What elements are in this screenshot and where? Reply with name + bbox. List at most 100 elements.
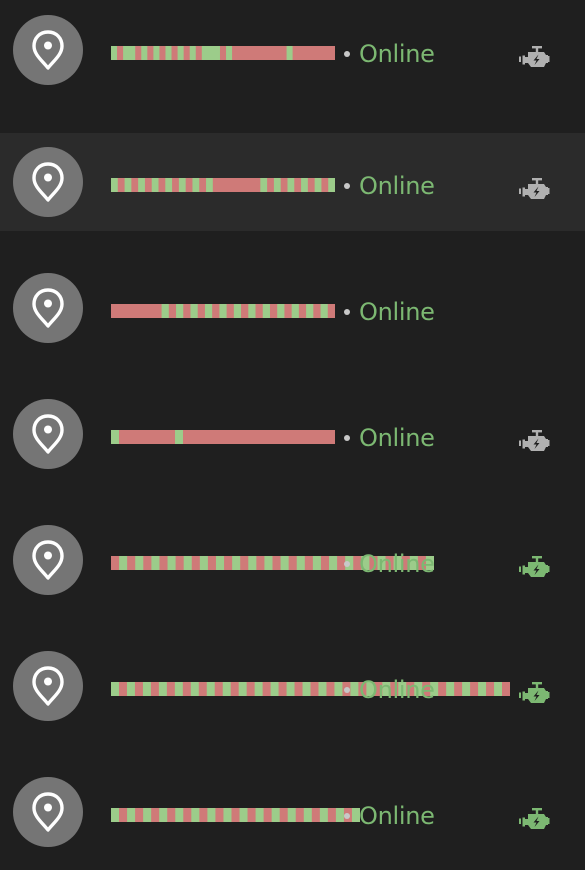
timeline-segment-off xyxy=(166,682,176,696)
vehicle-row[interactable]: Online xyxy=(0,1,585,99)
timeline-segment-off xyxy=(143,556,152,570)
timeline-segment-off xyxy=(212,178,261,192)
timeline-segment-off xyxy=(144,178,153,192)
timeline-segment-on xyxy=(111,430,120,444)
status-dot xyxy=(344,813,350,819)
timeline-svg xyxy=(111,430,335,444)
vehicle-row[interactable]: Online xyxy=(0,133,585,231)
timeline-segment-off xyxy=(182,682,192,696)
status-label: Online xyxy=(359,676,435,704)
timeline-segment-on xyxy=(119,556,128,570)
timeline-segment-on xyxy=(167,556,177,570)
timeline-segment-off xyxy=(117,178,125,192)
timeline-segment-off xyxy=(284,304,293,318)
timeline-segment-on xyxy=(262,304,271,318)
timeline-segment-on xyxy=(183,556,193,570)
timeline-segment-on xyxy=(301,178,309,192)
timeline-segment-off xyxy=(127,556,136,570)
timeline-segment-on xyxy=(303,808,313,822)
timeline-segment-off xyxy=(172,178,180,192)
timeline-segment-on xyxy=(287,808,297,822)
timeline-segment-off xyxy=(278,682,287,696)
timeline-segment-on xyxy=(175,430,184,444)
timeline-segment-off xyxy=(159,46,166,60)
timeline-segment-off xyxy=(288,556,298,570)
timeline-segment-off xyxy=(294,682,303,696)
timeline-segment-off xyxy=(183,304,191,318)
vehicle-row[interactable]: Online xyxy=(0,637,585,735)
timeline-segment-off xyxy=(226,304,235,318)
timeline-segment-off xyxy=(267,178,275,192)
timeline-segment-off xyxy=(327,304,335,318)
timeline-segment-on xyxy=(177,46,185,60)
timeline-segment-on xyxy=(138,178,146,192)
timeline-segment-off xyxy=(215,808,224,822)
timeline-segment-off xyxy=(256,556,265,570)
timeline-segment-on xyxy=(141,46,148,60)
timeline-segment-off xyxy=(219,46,227,60)
timeline-segment-on xyxy=(159,808,168,822)
timeline-segment-off xyxy=(135,46,142,60)
timeline-svg xyxy=(111,808,360,822)
timeline-segment-on xyxy=(142,682,152,696)
timeline-segment-off xyxy=(321,178,329,192)
timeline-segment-on xyxy=(207,808,216,822)
timeline-segment-on xyxy=(111,682,120,696)
timeline-segment-off xyxy=(486,682,495,696)
status-dot xyxy=(344,687,350,693)
engine-icon xyxy=(519,177,550,203)
timeline-segment-off xyxy=(310,682,319,696)
status-label: Online xyxy=(359,40,435,68)
status-dot xyxy=(344,435,350,441)
status-label: Online xyxy=(359,424,435,452)
timeline-segment-off xyxy=(298,304,307,318)
timeline-segment-on xyxy=(201,46,221,60)
timeline-segment-off xyxy=(224,556,233,570)
timeline-segment-on xyxy=(248,304,256,318)
timeline-segment-off xyxy=(327,808,337,822)
engine-icon xyxy=(519,807,550,833)
timeline-segment-on xyxy=(277,304,285,318)
timeline-segment-on xyxy=(306,304,314,318)
status-dot xyxy=(344,183,350,189)
timeline-segment-on xyxy=(189,46,197,60)
activity-timeline xyxy=(111,808,360,822)
timeline-segment-on xyxy=(239,808,248,822)
vehicle-row[interactable]: Online xyxy=(0,511,585,609)
timeline-segment-on xyxy=(190,304,199,318)
timeline-segment-on xyxy=(270,682,279,696)
vehicle-row[interactable]: Online xyxy=(0,259,585,357)
timeline-segment-on xyxy=(222,682,232,696)
timeline-svg xyxy=(111,46,335,60)
timeline-segment-on xyxy=(494,682,503,696)
timeline-segment-on xyxy=(286,682,295,696)
timeline-segment-on xyxy=(204,304,213,318)
timeline-segment-off xyxy=(255,304,264,318)
timeline-segment-on xyxy=(248,556,257,570)
timeline-segment-off xyxy=(185,178,193,192)
timeline-segment-off xyxy=(212,304,220,318)
timeline-segment-off xyxy=(117,46,124,60)
timeline-segment-on xyxy=(191,808,200,822)
status-label: Online xyxy=(359,298,435,326)
timeline-segment-off xyxy=(246,682,256,696)
timeline-segment-off xyxy=(150,682,160,696)
timeline-segment-off xyxy=(167,808,176,822)
timeline-segment-off xyxy=(191,556,201,570)
timeline-segment-on xyxy=(314,178,322,192)
timeline-svg xyxy=(111,304,335,318)
timeline-segment-off xyxy=(199,808,208,822)
status-label: Online xyxy=(359,172,435,200)
timeline-segment-on xyxy=(312,556,322,570)
timeline-segment-on xyxy=(126,682,136,696)
timeline-segment-off xyxy=(232,46,287,60)
vehicle-row[interactable]: Online xyxy=(0,385,585,483)
timeline-segment-off xyxy=(313,304,321,318)
timeline-segment-off xyxy=(118,682,128,696)
timeline-segment-off xyxy=(263,808,273,822)
engine-icon xyxy=(519,681,550,707)
timeline-segment-off xyxy=(230,682,240,696)
vehicle-row[interactable]: Online xyxy=(0,763,585,861)
timeline-segment-off xyxy=(135,808,144,822)
engine-icon xyxy=(519,429,550,455)
